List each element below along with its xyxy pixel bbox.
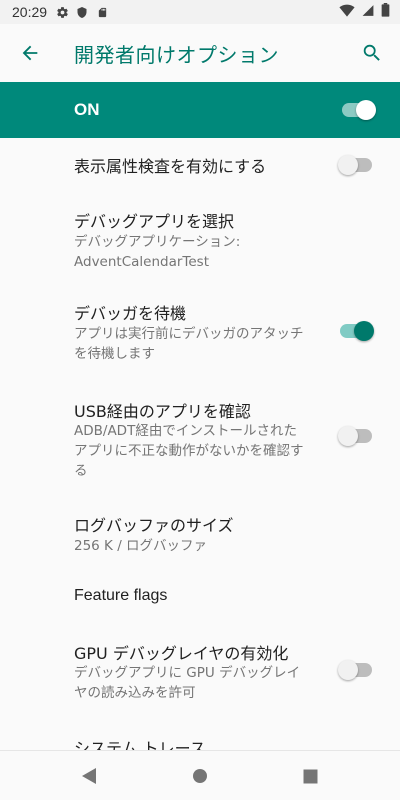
setting-wait-for-debugger[interactable]: デバッガを待機 アプリは実行前にデバッガのアタッチ を待機します (0, 284, 400, 384)
switch-thumb (338, 426, 358, 446)
switch-thumb (338, 155, 358, 175)
arrow-back-icon (22, 45, 38, 61)
nav-recents-button[interactable] (297, 763, 323, 789)
wait-for-debugger-switch[interactable] (338, 321, 374, 341)
battery-icon (381, 3, 390, 21)
page-title: 開発者向けオプション (74, 42, 279, 67)
setting-feature-flags[interactable]: Feature flags (0, 572, 400, 624)
switch-thumb (354, 321, 374, 341)
verify-apps-over-usb-switch[interactable] (338, 426, 374, 446)
recents-square-icon (303, 769, 317, 783)
setting-summary: ADB/ADT経由でインストールされた アプリに不正な動作がないかを確認す る (74, 423, 304, 479)
status-bar: 20:29 (0, 0, 400, 24)
search-icon (363, 44, 380, 61)
shield-icon (75, 5, 89, 19)
setting-summary: 256 K / ログバッファ (74, 538, 208, 554)
setting-title: システム トレース (74, 739, 206, 750)
nav-home-button[interactable] (187, 763, 213, 789)
setting-title: Feature flags (74, 587, 168, 604)
setting-select-debug-app[interactable]: デバッグアプリを選択 デバッグアプリケーション: AdventCalendarT… (0, 192, 400, 284)
setting-view-attribute-inspection[interactable]: 表示属性検査を有効にする (0, 138, 400, 192)
master-toggle-switch[interactable] (340, 100, 376, 120)
setting-gpu-debug-layers[interactable]: GPU デバッグレイヤの有効化 デバッグアプリに GPU デバッグレイ ヤの読み… (0, 624, 400, 720)
setting-summary: デバッグアプリに GPU デバッグレイ ヤの読み込みを許可 (74, 665, 301, 701)
setting-log-buffer-size[interactable]: ログバッファのサイズ 256 K / ログバッファ (0, 500, 400, 572)
setting-summary: アプリは実行前にデバッガのアタッチ を待機します (74, 326, 304, 362)
wifi-icon (339, 4, 355, 21)
setting-title: USB経由のアプリを確認 (74, 402, 251, 421)
setting-title: ログバッファのサイズ (74, 516, 234, 535)
search-button[interactable] (352, 33, 392, 73)
master-switch-label: ON (74, 100, 100, 119)
system-nav-bar (0, 750, 400, 800)
view-attribute-inspection-switch[interactable] (338, 155, 374, 175)
setting-title: デバッガを待機 (74, 304, 187, 323)
status-time: 20:29 (12, 4, 48, 20)
back-triangle-icon (82, 768, 96, 784)
setting-title: デバッグアプリを選択 (74, 212, 235, 231)
sd-card-icon (95, 5, 109, 19)
status-right-icons (339, 3, 390, 21)
setting-title: GPU デバッグレイヤの有効化 (74, 644, 289, 663)
signal-icon (361, 4, 375, 21)
setting-system-trace[interactable]: システム トレース (0, 720, 400, 750)
settings-list: 表示属性検査を有効にする デバッグアプリを選択 デバッグアプリケーション: Ad… (0, 138, 400, 750)
gpu-debug-layers-switch[interactable] (338, 660, 374, 680)
setting-title: 表示属性検査を有効にする (74, 157, 267, 176)
setting-summary: デバッグアプリケーション: AdventCalendarTest (74, 234, 241, 270)
nav-back-button[interactable] (76, 763, 102, 789)
home-circle-icon (193, 769, 207, 783)
switch-thumb (338, 660, 358, 680)
app-toolbar: 開発者向けオプション (0, 24, 400, 82)
back-button[interactable] (2, 25, 58, 81)
setting-verify-apps-over-usb[interactable]: USB経由のアプリを確認 ADB/ADT経由でインストールされた アプリに不正な… (0, 384, 400, 500)
gear-icon (55, 5, 69, 19)
switch-thumb (356, 100, 376, 120)
master-switch-bar[interactable]: ON (0, 82, 400, 138)
